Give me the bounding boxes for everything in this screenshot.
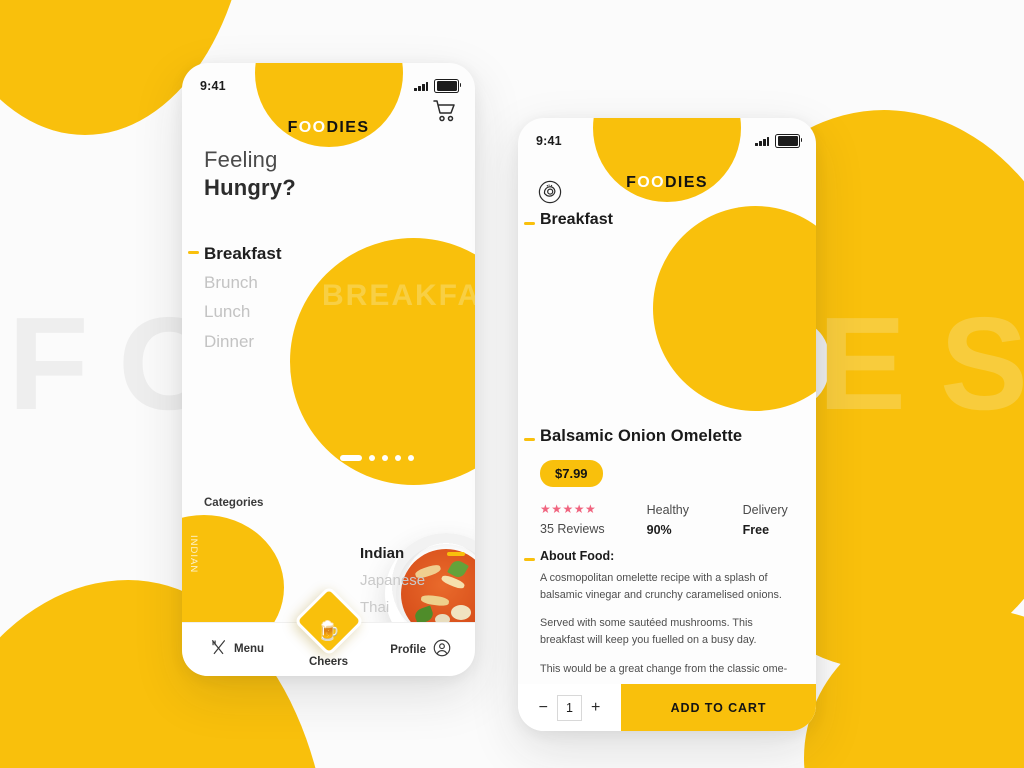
cart-icon[interactable] bbox=[433, 100, 457, 127]
meal-item-breakfast[interactable]: Breakfast bbox=[188, 239, 282, 268]
description-paragraph: This would be a great change from the cl… bbox=[540, 662, 788, 675]
fried-egg-icon[interactable] bbox=[538, 180, 562, 209]
add-to-cart-button[interactable]: ADD TO CART bbox=[621, 684, 816, 731]
carousel-dot-active[interactable] bbox=[340, 455, 362, 461]
carousel-dots[interactable] bbox=[340, 455, 414, 461]
tab-menu[interactable]: Menu bbox=[210, 639, 264, 659]
watermark-letter-f: F bbox=[8, 290, 89, 437]
fact-delivery: Delivery Free bbox=[743, 500, 797, 540]
hero-watermark: BREAKFAST bbox=[322, 279, 475, 312]
meal-item-dinner[interactable]: Dinner bbox=[204, 327, 282, 356]
status-indicators bbox=[414, 78, 461, 94]
tab-profile-label: Profile bbox=[390, 643, 426, 656]
price-badge: $7.99 bbox=[540, 460, 603, 487]
description-paragraph: A cosmopolitan omelette recipe with a sp… bbox=[540, 572, 782, 601]
carousel-dot[interactable] bbox=[382, 455, 388, 461]
increment-button[interactable]: + bbox=[591, 699, 600, 716]
fact-healthy-label: Healthy bbox=[646, 503, 690, 517]
status-bar-left: 9:41 bbox=[182, 63, 475, 101]
signal-icon bbox=[755, 136, 770, 146]
battery-icon bbox=[775, 133, 802, 149]
meal-label: Breakfast bbox=[524, 211, 613, 228]
status-bar-right: 9:41 bbox=[518, 118, 816, 156]
meal-item-brunch[interactable]: Brunch bbox=[204, 268, 282, 297]
carousel-dot[interactable] bbox=[369, 455, 375, 461]
decrement-button[interactable]: − bbox=[539, 699, 548, 716]
status-indicators bbox=[755, 133, 802, 149]
tab-profile[interactable]: Profile bbox=[390, 639, 451, 660]
about-food-label: About Food: bbox=[523, 549, 615, 563]
user-icon bbox=[433, 639, 451, 660]
food-facts: ★★★★★ 35 Reviews Healthy 90% Delivery Fr… bbox=[540, 500, 797, 540]
category-vertical-label: INDIAN bbox=[188, 535, 199, 574]
phone-home-screen: 9:41 FOODIES BREAKFAST Feeling Hungry? B… bbox=[182, 63, 475, 676]
meal-filter-list: Breakfast Brunch Lunch Dinner bbox=[188, 239, 282, 356]
carousel-dot[interactable] bbox=[395, 455, 401, 461]
star-rating: ★★★★★ bbox=[540, 502, 597, 516]
watermark-letter-e: E bbox=[818, 290, 907, 437]
heading-line-2: Hungry? bbox=[204, 175, 296, 201]
carousel-dot[interactable] bbox=[408, 455, 414, 461]
fact-delivery-label: Delivery bbox=[742, 503, 788, 517]
status-time: 9:41 bbox=[200, 79, 226, 93]
heading-line-1: Feeling bbox=[204, 147, 278, 172]
meal-item-lunch[interactable]: Lunch bbox=[204, 297, 282, 326]
signal-icon bbox=[414, 81, 429, 91]
cuisine-item-indian[interactable]: Indian bbox=[360, 541, 466, 568]
fact-healthy: Healthy 90% bbox=[647, 500, 701, 540]
fact-delivery-value: Free bbox=[742, 523, 770, 537]
reviews-count: 35 Reviews bbox=[540, 522, 605, 537]
fact-healthy-value: 90% bbox=[646, 523, 672, 537]
food-title: Balsamic Onion Omelette bbox=[523, 427, 743, 445]
page-title: Feeling Hungry? bbox=[204, 146, 296, 202]
categories-label: Categories bbox=[204, 497, 264, 509]
cheers-label: Cheers bbox=[309, 656, 348, 668]
add-to-cart-bar: − 1 + ADD TO CART bbox=[518, 684, 816, 731]
watermark-letter-s: S bbox=[940, 290, 1024, 437]
food-description: A cosmopolitan omelette recipe with a sp… bbox=[540, 570, 798, 678]
food-title-row: Balsamic Onion Omelette bbox=[523, 427, 743, 446]
background-decor: F O D E S bbox=[0, 0, 1024, 768]
cuisine-item-thai[interactable]: Thai bbox=[360, 595, 425, 622]
quantity-value[interactable]: 1 bbox=[557, 694, 582, 721]
cuisine-item-japanese[interactable]: Japanese bbox=[360, 568, 425, 595]
cutlery-icon bbox=[210, 639, 227, 659]
description-paragraph: Served with some sautéed mushrooms. This… bbox=[540, 617, 757, 647]
battery-icon bbox=[434, 78, 461, 94]
quantity-stepper: − 1 + bbox=[518, 684, 621, 731]
tab-menu-label: Menu bbox=[234, 643, 265, 655]
phone-detail-screen: 9:41 F OO DIES Breakfast Balsamic Onion … bbox=[518, 118, 816, 731]
fact-rating: ★★★★★ 35 Reviews bbox=[540, 500, 605, 540]
status-time: 9:41 bbox=[536, 134, 562, 148]
hero-yellow-circle bbox=[290, 238, 475, 485]
